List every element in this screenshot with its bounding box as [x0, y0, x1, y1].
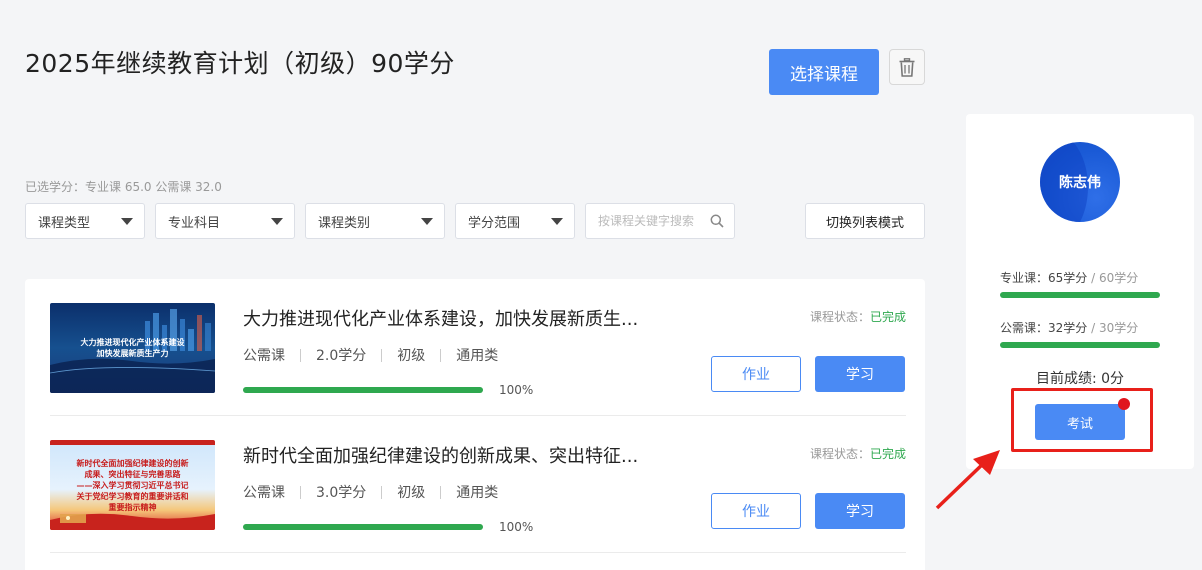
- thumbnail-title-line: 加快发展新质生产力: [96, 349, 169, 358]
- notification-dot: [1118, 398, 1130, 410]
- course-status-value: 已完成: [869, 310, 906, 324]
- course-level: 初级: [397, 348, 426, 364]
- divider: [300, 485, 301, 499]
- course-status-label: 课程状态：: [809, 447, 870, 461]
- course-progress-bar: [243, 387, 483, 393]
- public-credit-row: 公需课：32学分 / 30学分: [1000, 321, 1139, 335]
- course-status: 课程状态：已完成: [810, 445, 906, 462]
- exam-button[interactable]: 考试: [1035, 404, 1125, 440]
- study-button[interactable]: 学习: [815, 356, 905, 392]
- course-credit: 2.0学分: [316, 348, 367, 364]
- selected-credits-summary: 已选学分：专业课 65.0 公需课 32.0: [25, 180, 222, 194]
- trash-icon: [899, 57, 915, 77]
- course-status: 课程状态：已完成: [810, 308, 906, 325]
- homework-button[interactable]: 作业: [711, 493, 801, 529]
- divider: [300, 348, 301, 362]
- course-progress-bar: [243, 524, 483, 530]
- course-progress-fill: [243, 524, 483, 530]
- course-progress-percent: 100%: [499, 520, 534, 534]
- course-title[interactable]: 大力推进现代化产业体系建设，加快发展新质生...: [243, 305, 638, 331]
- course-progress-percent: 100%: [499, 383, 534, 397]
- professional-credit-required: 60学分: [1098, 271, 1139, 285]
- course-category: 通用类: [456, 485, 499, 501]
- public-credit-label: 公需课：: [1000, 321, 1049, 335]
- thumbnail-title-line: ——深入学习贯彻习近平总书记: [76, 481, 189, 490]
- caret-down-icon: [421, 218, 433, 225]
- course-status-label: 课程状态：: [809, 310, 870, 324]
- public-credit-bar: [1000, 342, 1160, 348]
- professional-credit-bar: [1000, 292, 1160, 298]
- search-input[interactable]: [586, 204, 704, 238]
- course-category-select[interactable]: 课程类别: [305, 203, 445, 239]
- divider: [440, 348, 442, 362]
- caret-down-icon: [271, 218, 283, 225]
- thumbnail-title-line: 重要指示精神: [108, 503, 157, 512]
- course-thumbnail[interactable]: 大力推进现代化产业体系建设 加快发展新质生产力: [50, 303, 215, 393]
- subject-select[interactable]: 专业科目: [155, 203, 295, 239]
- credit-range-select[interactable]: 学分范围: [455, 203, 575, 239]
- course-thumbnail[interactable]: 新时代全面加强纪律建设的创新 成果、突出特征与完善思路 ——深入学习贯彻习近平总…: [50, 440, 215, 530]
- caret-down-icon: [121, 218, 133, 225]
- thumbnail-title-line: 关于党纪学习教育的重要讲话和: [76, 492, 189, 501]
- course-progress-fill: [243, 387, 483, 393]
- professional-credit-row: 专业课：65学分 / 60学分: [1000, 271, 1139, 285]
- divider: [381, 485, 383, 499]
- course-category: 通用类: [456, 348, 499, 364]
- professional-credit-label: 专业课：: [1000, 271, 1049, 285]
- arrow-icon: [935, 450, 1000, 510]
- course-meta: 公需课 2.0学分 初级 通用类: [243, 345, 498, 365]
- switch-list-mode-button[interactable]: 切换列表模式: [805, 203, 925, 239]
- homework-button[interactable]: 作业: [711, 356, 801, 392]
- professional-credit-earned: 65学分: [1048, 271, 1088, 285]
- select-course-button[interactable]: 选择课程: [769, 49, 879, 95]
- study-button[interactable]: 学习: [815, 493, 905, 529]
- thumbnail-title-line: 新时代全面加强纪律建设的创新: [76, 459, 189, 468]
- course-type-label: 课程类型: [38, 215, 91, 231]
- course-type-select[interactable]: 课程类型: [25, 203, 145, 239]
- course-credit: 3.0学分: [316, 485, 367, 501]
- page-title: 2025年继续教育计划（初级）90学分: [25, 49, 455, 78]
- course-level: 初级: [397, 485, 426, 501]
- divider: [440, 485, 442, 499]
- subject-label: 专业科目: [168, 215, 221, 231]
- course-list: 大力推进现代化产业体系建设 加快发展新质生产力 大力推进现代化产业体系建设，加快…: [25, 279, 925, 570]
- thumbnail-title-line: 成果、突出特征与完善思路: [84, 470, 181, 479]
- delete-button[interactable]: [889, 49, 925, 85]
- course-title[interactable]: 新时代全面加强纪律建设的创新成果、突出特征...: [243, 442, 638, 468]
- course-meta: 公需课 3.0学分 初级 通用类: [243, 482, 498, 502]
- avatar[interactable]: 陈志伟: [1040, 142, 1120, 222]
- course-status-value: 已完成: [869, 447, 906, 461]
- course-item: 大力推进现代化产业体系建设 加快发展新质生产力 大力推进现代化产业体系建设，加快…: [50, 279, 906, 416]
- search-icon[interactable]: [710, 214, 724, 228]
- course-category-label: 课程类别: [318, 215, 371, 231]
- current-score: 目前成绩: 0分: [1035, 371, 1125, 387]
- course-search: [585, 203, 735, 239]
- thumbnail-title-line: 大力推进现代化产业体系建设: [80, 338, 185, 347]
- user-name: 陈志伟: [1059, 175, 1101, 191]
- learner-summary-panel: 陈志伟 专业课：65学分 / 60学分 公需课：32学分 / 30学分 目前成绩…: [966, 114, 1194, 469]
- caret-down-icon: [551, 218, 563, 225]
- divider: [381, 348, 383, 362]
- public-credit-required: 30学分: [1098, 321, 1139, 335]
- course-type-tag: 公需课: [243, 348, 285, 364]
- course-type-tag: 公需课: [243, 485, 285, 501]
- credit-range-label: 学分范围: [468, 215, 521, 231]
- course-item: 新时代全面加强纪律建设的创新 成果、突出特征与完善思路 ——深入学习贯彻习近平总…: [50, 416, 906, 553]
- public-credit-earned: 32学分: [1048, 321, 1088, 335]
